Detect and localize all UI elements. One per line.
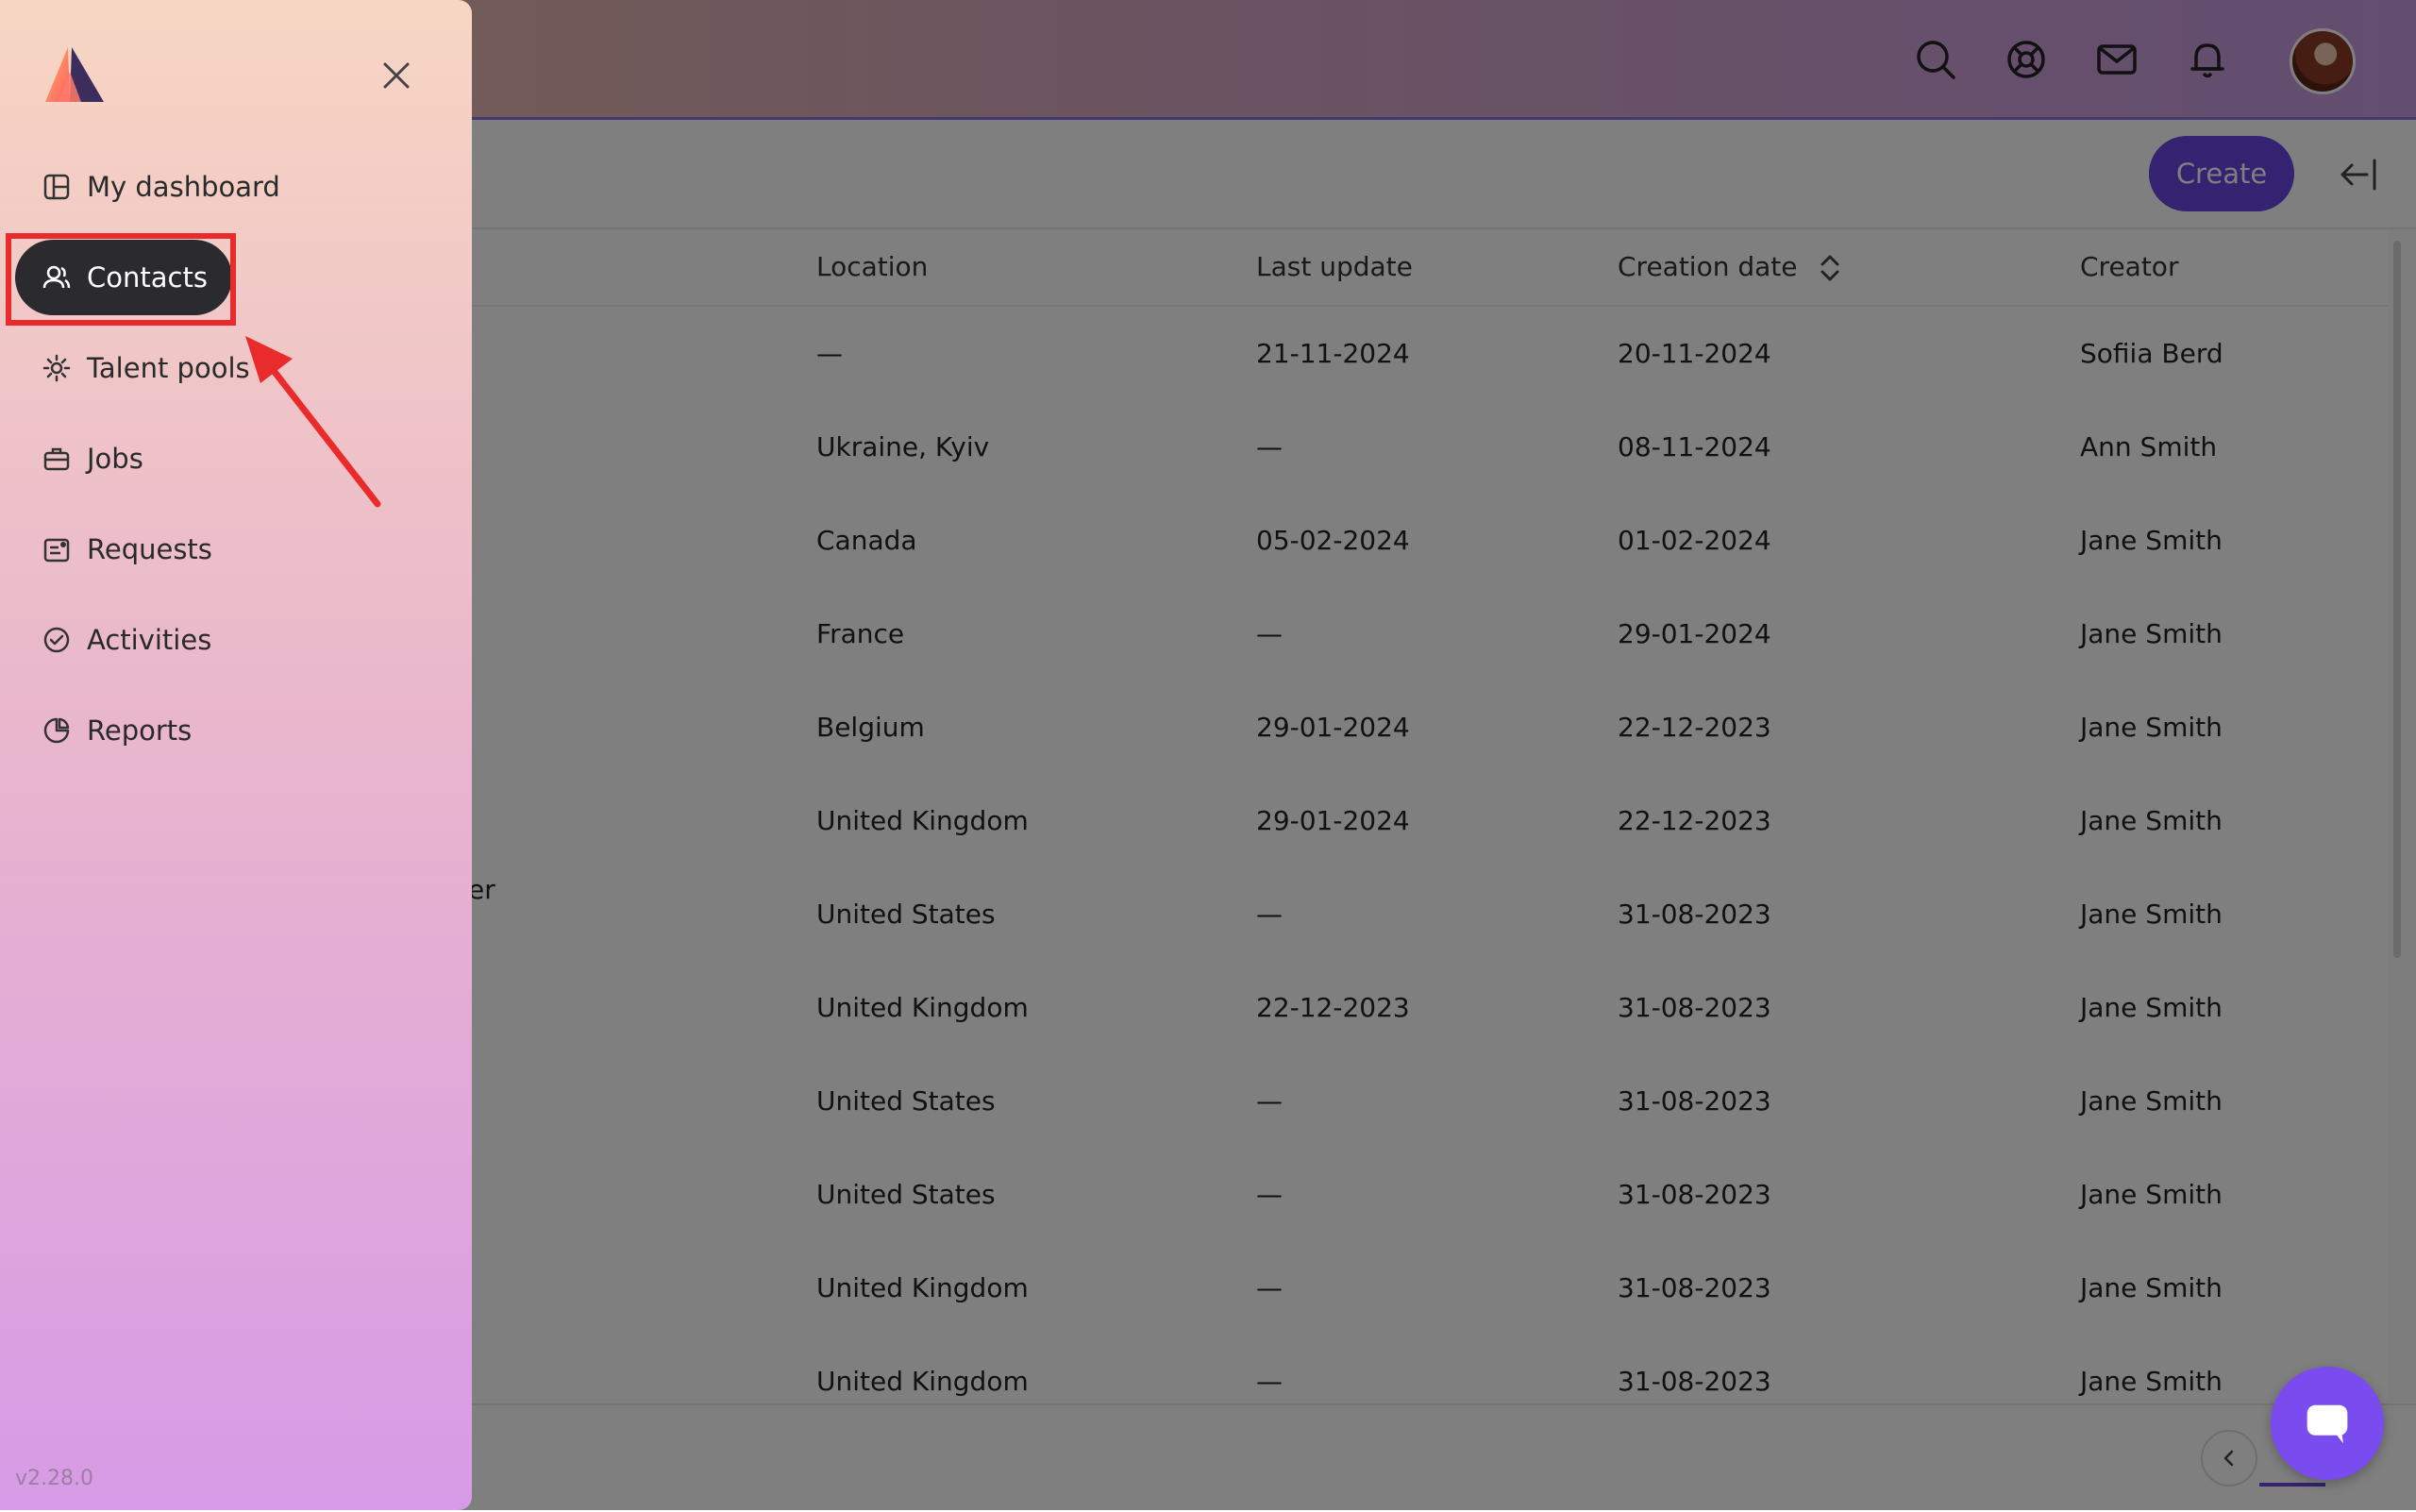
talent-pools-icon <box>42 353 72 383</box>
sidebar-item-talent-pools[interactable]: Talent pools <box>15 330 260 406</box>
sidebar-item-label: Requests <box>87 533 212 565</box>
sidebar-item-label: Activities <box>87 624 212 656</box>
sidebar-item-reports[interactable]: Reports <box>15 693 232 768</box>
sidebar-item-activities[interactable]: Activities <box>15 602 232 678</box>
annotation-arrow <box>245 336 381 508</box>
dashboard-icon <box>42 172 72 202</box>
briefcase-icon <box>42 444 72 474</box>
app-version: v2.28.0 <box>15 1467 93 1490</box>
sidebar-item-jobs[interactable]: Jobs <box>15 421 232 496</box>
sidebar-item-label: My dashboard <box>87 171 280 203</box>
chat-support-button[interactable] <box>2271 1367 2384 1480</box>
close-sidebar-button[interactable] <box>376 55 417 96</box>
sidebar: My dashboard Contacts Talent pools Jobs … <box>0 0 472 1510</box>
activities-icon <box>42 625 72 655</box>
app-logo[interactable] <box>42 43 108 106</box>
sidebar-item-label: Jobs <box>87 443 143 475</box>
sidebar-item-requests[interactable]: Requests <box>15 512 232 587</box>
requests-icon <box>42 534 72 564</box>
sidebar-item-label: Talent pools <box>87 352 250 384</box>
close-icon <box>383 62 410 89</box>
reports-icon <box>42 715 72 746</box>
chat-bubble-icon <box>2307 1404 2348 1444</box>
annotation-highlight-box <box>6 233 236 326</box>
sidebar-item-label: Reports <box>87 714 193 747</box>
sidebar-item-my-dashboard[interactable]: My dashboard <box>15 149 280 225</box>
